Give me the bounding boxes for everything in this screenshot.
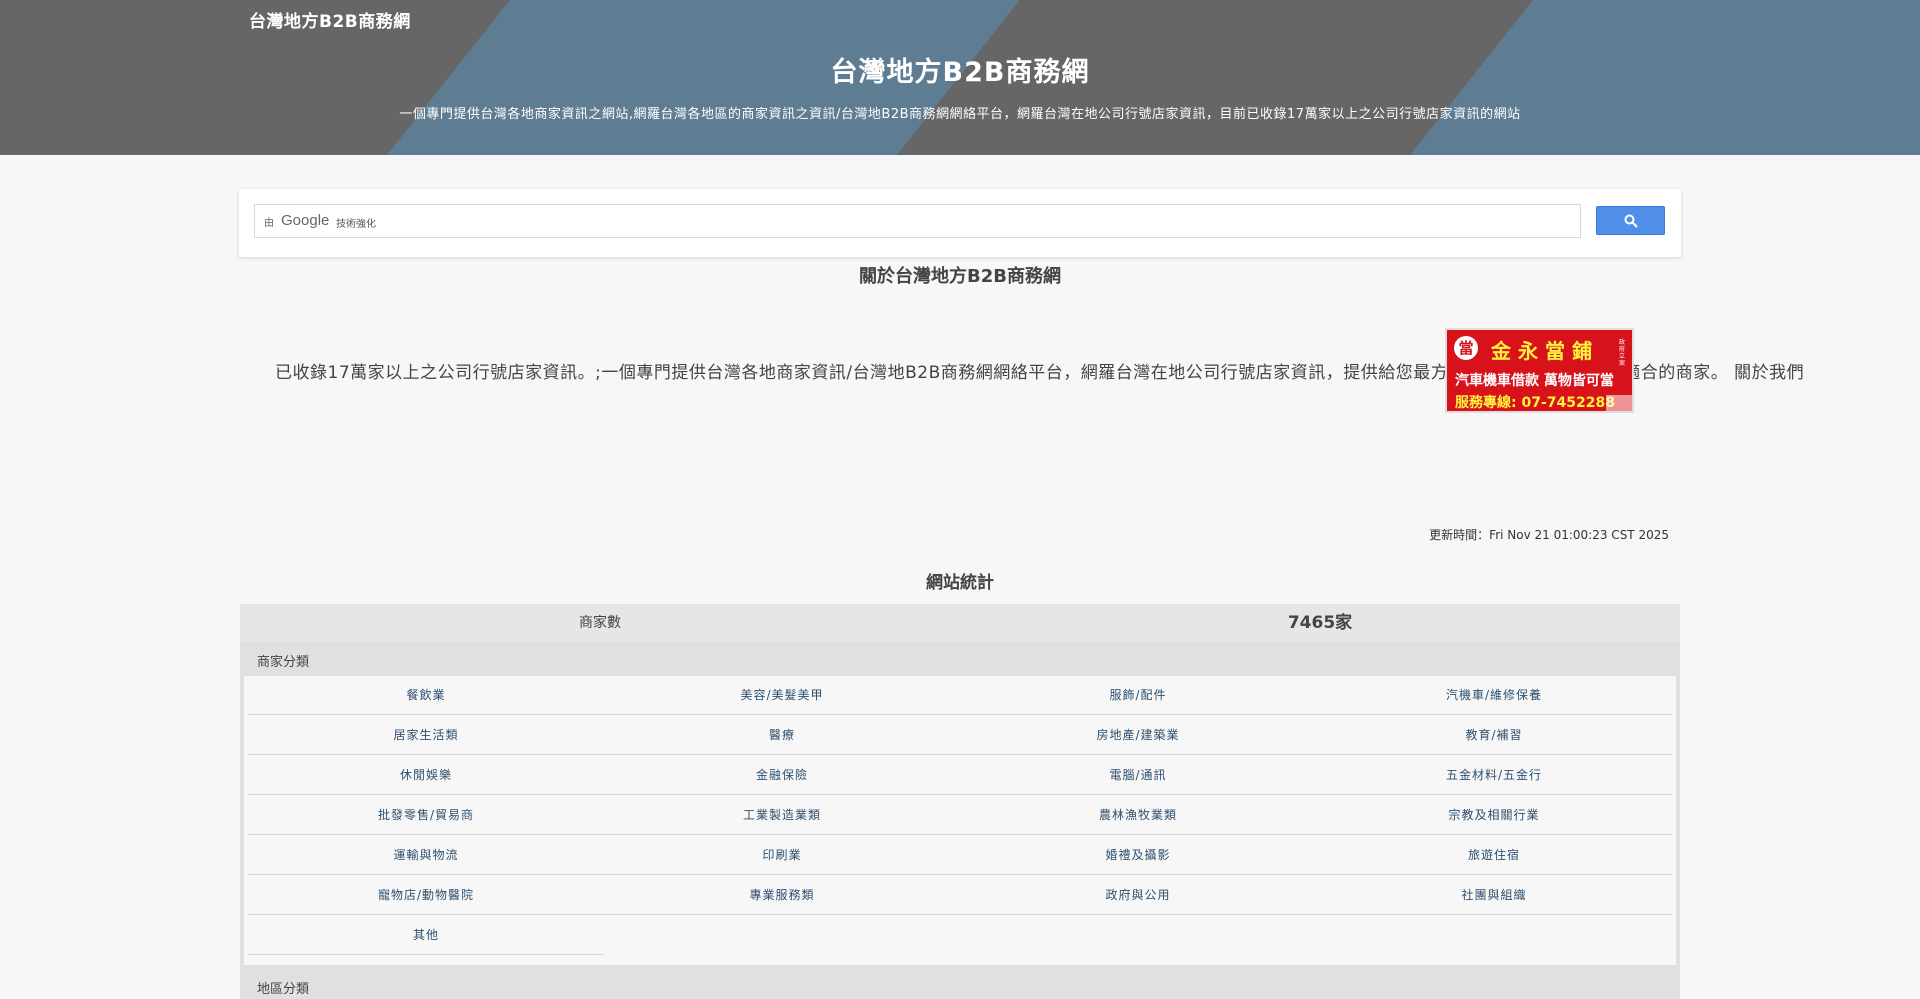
ad-tag: 政府立案	[1619, 339, 1626, 367]
region-header: 地區分類	[240, 965, 1680, 999]
category-link[interactable]: 教育/補習	[1316, 716, 1672, 755]
category-link[interactable]: 社團與組織	[1316, 876, 1672, 915]
category-link[interactable]: 金融保險	[604, 756, 960, 795]
ad-line1: 汽車機車借款 萬物皆可當	[1455, 373, 1614, 389]
page-subtitle: 一個專門提供台灣各地商家資訊之網站,網羅台灣各地區的商家資訊之資訊/台灣地B2B…	[399, 107, 1521, 122]
stats-label: 商家數	[579, 615, 621, 631]
category-heading: 商家分類	[257, 655, 310, 670]
search-prefix: 由	[264, 218, 274, 229]
search-icon	[1624, 214, 1638, 228]
category-link[interactable]: 休閒娛樂	[248, 756, 604, 795]
about-heading: 關於台灣地方B2B商務網	[859, 266, 1061, 287]
site-logo-text[interactable]: 台灣地方B2B商務網	[249, 7, 411, 32]
category-link[interactable]: 美容/美髮美甲	[604, 676, 960, 715]
update-time: 更新時間：Fri Nov 21 01:00:23 CST 2025	[1429, 528, 1669, 542]
ad-overlay	[1606, 395, 1632, 411]
category-link[interactable]: 汽機車/維修保養	[1316, 676, 1672, 715]
category-link[interactable]: 其他	[248, 916, 604, 955]
category-link[interactable]: 工業製造業類	[604, 796, 960, 835]
category-inner: 餐飲業 美容/美髮美甲 服飾/配件 汽機車/維修保養居家生活類 醫療 房地產/建築業 教育/…	[244, 676, 1676, 965]
category-link[interactable]: 服飾/配件	[960, 676, 1316, 715]
ad-banner[interactable]: 當 金永當鋪 政府立案 汽車機車借款 萬物皆可當 服務專線: 07-745228…	[1445, 328, 1634, 413]
stats-row: 商家數 7465家	[240, 604, 1680, 642]
category-link[interactable]: 農林漁牧業類	[960, 796, 1316, 835]
hero-banner: 台灣地方B2B商務網 台灣地方B2B商務網 一個專門提供台灣各地商家資訊之網站,…	[0, 0, 1920, 155]
stats-value: 7465家	[1287, 613, 1353, 633]
category-link[interactable]: 專業服務類	[604, 876, 960, 915]
category-link[interactable]: 運輸與物流	[248, 836, 604, 875]
category-link[interactable]: 電腦/通訊	[960, 756, 1316, 795]
category-link[interactable]: 婚禮及攝影	[960, 836, 1316, 875]
region-heading: 地區分類	[257, 982, 310, 997]
category-link[interactable]: 批發零售/貿易商	[248, 796, 604, 835]
category-link[interactable]: 旅遊住宿	[1316, 836, 1672, 875]
category-link[interactable]: 印刷業	[604, 836, 960, 875]
category-link[interactable]: 寵物店/動物醫院	[248, 876, 604, 915]
pawn-seal-icon: 當	[1454, 336, 1478, 360]
google-logo: Google	[281, 212, 330, 229]
page-title: 台灣地方B2B商務網	[830, 57, 1090, 88]
ad-line2: 服務專線: 07-7452288	[1455, 395, 1615, 411]
stats-heading: 網站統計	[926, 573, 994, 593]
category-link[interactable]: 醫療	[604, 716, 960, 755]
ad-name: 金永當鋪	[1491, 339, 1599, 363]
category-header: 商家分類	[240, 642, 1680, 676]
search-input[interactable]: 由 Google 技術強化	[254, 204, 1581, 238]
category-panel: 餐飲業 美容/美髮美甲 服飾/配件 汽機車/維修保養居家生活類 醫療 房地產/建築業 教育/…	[240, 676, 1680, 965]
search-enhanced-label: 技術強化	[336, 219, 376, 230]
search-button[interactable]	[1596, 206, 1665, 235]
category-link[interactable]: 宗教及相關行業	[1316, 796, 1672, 835]
category-link[interactable]: 餐飲業	[248, 676, 604, 715]
category-link[interactable]: 五金材料/五金行	[1316, 756, 1672, 795]
category-link[interactable]: 居家生活類	[248, 716, 604, 755]
category-link[interactable]: 房地產/建築業	[960, 716, 1316, 755]
category-link[interactable]: 政府與公用	[960, 876, 1316, 915]
search-card: 由 Google 技術強化	[239, 189, 1681, 257]
